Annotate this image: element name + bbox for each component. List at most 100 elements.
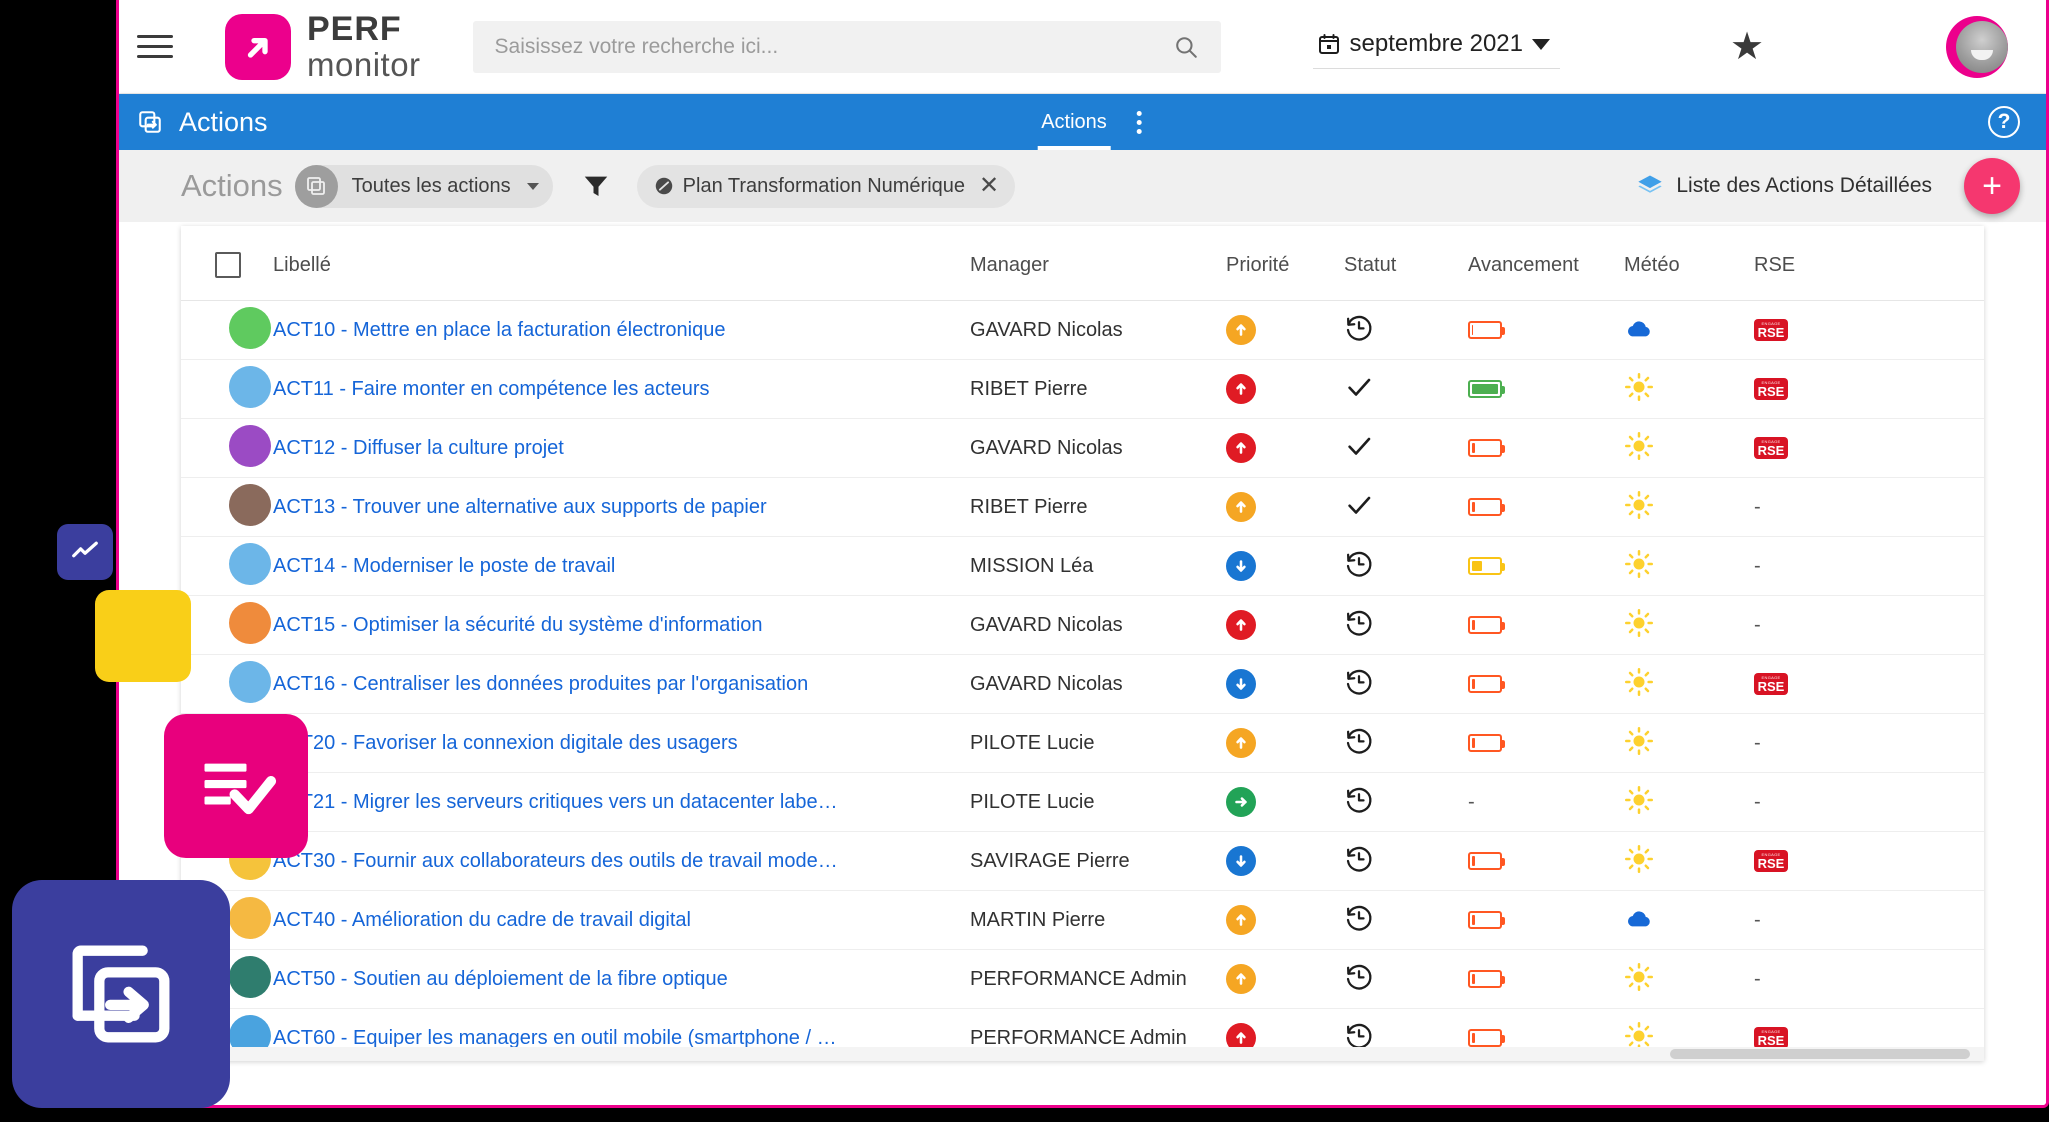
filter-chip-label: Plan Transformation Numérique — [682, 174, 966, 197]
select-all-checkbox[interactable] — [215, 252, 241, 278]
rse-empty: - — [1754, 908, 1761, 931]
tasks-tile[interactable] — [164, 714, 308, 858]
date-picker[interactable]: septembre 2021 — [1312, 24, 1560, 69]
table-row[interactable]: ACT30 - Fournir aux collaborateurs des o… — [181, 831, 1984, 891]
table-row[interactable]: ACT50 - Soutien au déploiement de la fib… — [181, 949, 1984, 1009]
table-row[interactable]: ACT10 - Mettre en place la facturation é… — [181, 300, 1984, 360]
progress-battery — [1468, 557, 1505, 575]
row-rse-cell: ENGAGE RSE — [1754, 831, 1984, 891]
action-link[interactable]: ACT14 - Moderniser le poste de travail — [273, 555, 970, 578]
funnel-icon[interactable] — [581, 171, 611, 201]
action-link[interactable]: ACT20 - Favoriser la connexion digitale … — [273, 732, 970, 755]
row-status-cell — [1344, 713, 1468, 773]
row-label-cell: ACT20 - Favoriser la connexion digitale … — [273, 713, 970, 773]
row-status-cell — [1344, 772, 1468, 832]
star-icon[interactable]: ★ — [1730, 28, 1764, 66]
priority-icon-up — [1226, 374, 1256, 404]
column-header-rse[interactable]: RSE — [1754, 226, 1984, 301]
weather-icon-sun — [1624, 431, 1654, 466]
table-row[interactable]: ACT12 - Diffuser la culture projet GAVARD… — [181, 418, 1984, 478]
table-row[interactable]: ACT16 - Centraliser les données produite… — [181, 654, 1984, 714]
action-link[interactable]: ACT30 - Fournir aux collaborateurs des o… — [273, 850, 970, 873]
scope-selector[interactable]: Toutes les actions — [294, 164, 553, 208]
row-progress-cell — [1468, 536, 1624, 596]
row-manager-cell: PILOTE Lucie — [970, 772, 1226, 832]
kebab-menu-icon[interactable] — [1136, 110, 1142, 134]
table-row[interactable]: ACT13 - Trouver une alternative aux supp… — [181, 477, 1984, 537]
brand-logo[interactable]: PERF monitor — [225, 12, 421, 81]
column-header-statut[interactable]: Statut — [1344, 226, 1468, 301]
add-action-button[interactable]: + — [1964, 158, 2020, 214]
column-header-avancement[interactable]: Avancement — [1468, 226, 1624, 301]
hamburger-icon[interactable] — [137, 24, 183, 70]
row-label-cell: ACT11 - Faire monter en compétence les a… — [273, 359, 970, 419]
help-icon[interactable]: ? — [1988, 106, 2020, 138]
action-link[interactable]: ACT11 - Faire monter en compétence les a… — [273, 378, 970, 401]
table-row[interactable]: ACT21 - Migrer les serveurs critiques ve… — [181, 772, 1984, 832]
chart-tile[interactable] — [57, 524, 113, 580]
shield-icon — [229, 601, 271, 644]
progress-battery — [1468, 911, 1505, 929]
search-icon[interactable] — [1173, 34, 1199, 60]
filter-chip-plan[interactable]: Plan Transformation Numérique ✕ — [636, 164, 1016, 208]
search-input[interactable] — [494, 34, 1173, 59]
close-icon[interactable]: ✕ — [979, 174, 999, 198]
view-selector[interactable]: Liste des Actions Détaillées — [1636, 172, 1942, 200]
action-link[interactable]: ACT12 - Diffuser la culture projet — [273, 437, 970, 460]
row-rse-cell: - — [1754, 949, 1984, 1009]
avatar[interactable] — [1946, 16, 2008, 78]
row-weather-cell — [1624, 359, 1754, 419]
weather-icon-sun — [1624, 844, 1654, 879]
horizontal-scrollbar[interactable] — [181, 1047, 1984, 1061]
action-link[interactable]: ACT40 - Amélioration du cadre de travail… — [273, 909, 970, 932]
module-title: Actions — [179, 106, 268, 137]
search-box[interactable] — [472, 20, 1221, 73]
action-link[interactable]: ACT10 - Mettre en place la facturation é… — [273, 319, 970, 342]
row-manager-cell: PERFORMANCE Admin — [970, 949, 1226, 1009]
row-label-cell: ACT16 - Centraliser les données produite… — [273, 654, 970, 714]
column-header-priorite[interactable]: Priorité — [1226, 226, 1344, 301]
progress-battery — [1468, 852, 1505, 870]
chevron-down-icon — [1532, 38, 1550, 50]
manager-name: PERFORMANCE Admin — [970, 967, 1187, 990]
column-header-meteo[interactable]: Météo — [1624, 226, 1754, 301]
action-link[interactable]: ACT13 - Trouver une alternative aux supp… — [273, 496, 970, 519]
column-header-libelle[interactable]: Libellé — [273, 226, 970, 301]
calendar-icon — [1318, 34, 1339, 54]
rse-empty: - — [1754, 495, 1761, 518]
priority-icon-right — [1226, 787, 1256, 817]
action-link[interactable]: ACT16 - Centraliser les données produite… — [273, 673, 970, 696]
module-tabs: Actions — [1023, 94, 1142, 150]
table-row[interactable]: ACT20 - Favoriser la connexion digitale … — [181, 713, 1984, 773]
weather-icon-sun — [1624, 549, 1654, 584]
row-weather-cell — [1624, 890, 1754, 950]
manager-name: SAVIRAGE Pierre — [970, 849, 1130, 872]
manager-name: PILOTE Lucie — [970, 790, 1095, 813]
action-link[interactable]: ACT50 - Soutien au déploiement de la fib… — [273, 968, 970, 991]
rse-empty: - — [1754, 554, 1761, 577]
column-header-manager[interactable]: Manager — [970, 226, 1226, 301]
row-rse-cell: ENGAGE RSE — [1754, 359, 1984, 419]
progress-battery — [1468, 1029, 1505, 1047]
actions-tile[interactable] — [12, 880, 230, 1108]
table-row[interactable]: ACT14 - Moderniser le poste de travail MI… — [181, 536, 1984, 596]
row-manager-cell: GAVARD Nicolas — [970, 300, 1226, 360]
actions-icon — [72, 945, 170, 1043]
yellow-tile[interactable] — [95, 590, 191, 682]
actions-table: Libellé Manager Priorité Statut Avanceme… — [181, 226, 1984, 1061]
table-row[interactable]: ACT15 - Optimiser la sécurité du système… — [181, 595, 1984, 655]
action-link[interactable]: ACT15 - Optimiser la sécurité du système… — [273, 614, 970, 637]
tab-actions[interactable]: Actions — [1023, 94, 1125, 150]
manager-name: GAVARD Nicolas — [970, 436, 1123, 459]
row-status-cell — [1344, 536, 1468, 596]
row-weather-cell — [1624, 713, 1754, 773]
table-row[interactable]: ACT11 - Faire monter en compétence les a… — [181, 359, 1984, 419]
table-row[interactable]: ACT40 - Amélioration du cadre de travail… — [181, 890, 1984, 950]
row-rse-cell: - — [1754, 595, 1984, 655]
row-manager-cell: SAVIRAGE Pierre — [970, 831, 1226, 891]
row-progress-cell — [1468, 831, 1624, 891]
row-icon-cell — [181, 536, 273, 596]
brand-name-secondary: monitor — [307, 46, 421, 83]
row-progress-cell — [1468, 654, 1624, 714]
action-link[interactable]: ACT21 - Migrer les serveurs critiques ve… — [273, 791, 970, 814]
